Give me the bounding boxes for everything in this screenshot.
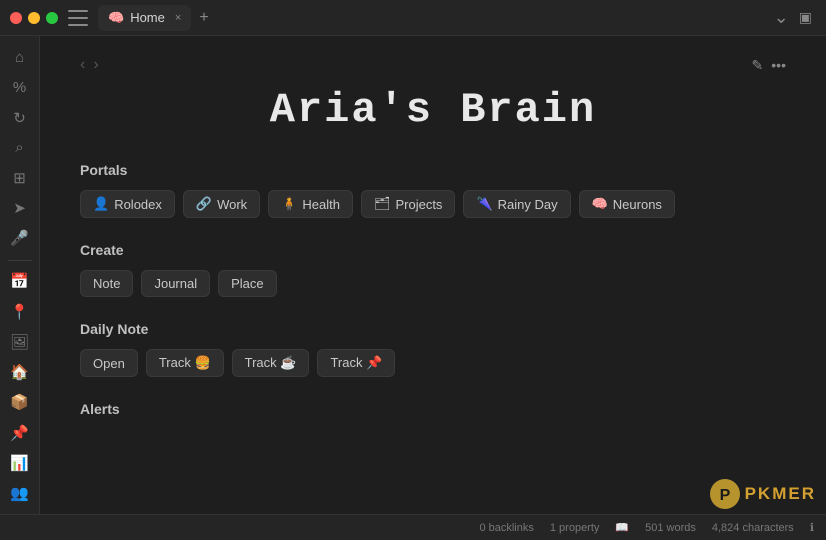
char-count: 4,824 characters (712, 522, 794, 534)
create-heading: Create (80, 242, 786, 258)
alerts-heading: Alerts (80, 401, 786, 417)
sidebar-icon-grid[interactable]: ⊞ (4, 165, 36, 191)
pkmer-text: PKMER (745, 484, 816, 504)
sidebar-icon-percent[interactable]: % (4, 74, 36, 100)
sidebar-icon-chart[interactable]: 📊 (4, 450, 36, 476)
daily-track-food[interactable]: Track 🍔 (146, 349, 224, 377)
edit-icon[interactable]: ✎ (752, 57, 764, 74)
home-tab[interactable]: 🧠 Home × (98, 5, 191, 31)
sidebar-icon-people[interactable]: 👥 (4, 480, 36, 506)
sidebar-icon-location[interactable]: 📍 (4, 299, 36, 325)
pkmer-logo-container: P PKMER (709, 478, 816, 510)
top-right-actions: ⌄ ▣ (774, 7, 816, 28)
portals-heading: Portals (80, 162, 786, 178)
sidebar-toggle[interactable] (68, 10, 88, 26)
daily-note-heading: Daily Note (80, 321, 786, 337)
portal-rainy-day[interactable]: 🌂 Rainy Day (463, 190, 570, 218)
create-note[interactable]: Note (80, 270, 133, 297)
tab-bar: 🧠 Home × + (98, 5, 774, 31)
sidebar-icon-box[interactable]: 📦 (4, 389, 36, 415)
nav-row: ‹ › ✎ ••• (80, 56, 786, 74)
sidebar-icon-mic[interactable]: 🎤 (4, 225, 36, 251)
property-count: 1 property (550, 522, 600, 534)
svg-text:P: P (719, 487, 730, 504)
create-place[interactable]: Place (218, 270, 277, 297)
portal-projects[interactable]: 🗂 Projects (361, 190, 455, 218)
tab-close-icon[interactable]: × (175, 12, 181, 24)
sidebar: ⌂ % ↻ ⌕ ⊞ ➤ 🎤 📅 📍 🖼 🏠 📦 📌 📊 👥 (0, 36, 40, 514)
back-button[interactable]: ‹ (80, 56, 85, 74)
forward-button[interactable]: › (93, 56, 98, 74)
create-section: Create Note Journal Place (80, 242, 786, 297)
sidebar-icon-calendar[interactable]: 📅 (4, 268, 36, 294)
collapse-icon[interactable]: ⌄ (774, 7, 789, 28)
tab-title: Home (130, 10, 165, 25)
create-pills: Note Journal Place (80, 270, 786, 297)
more-icon[interactable]: ••• (771, 57, 786, 73)
book-icon: 📖 (615, 521, 629, 534)
sidebar-icon-pin[interactable]: 📌 (4, 419, 36, 445)
daily-note-section: Daily Note Open Track 🍔 Track ☕ Track 📌 (80, 321, 786, 377)
portals-section: Portals 👤 Rolodex 🔗 Work 🧍 Health 🗂 Proj… (80, 162, 786, 218)
portal-rolodex[interactable]: 👤 Rolodex (80, 190, 175, 218)
sidebar-icon-send[interactable]: ➤ (4, 195, 36, 221)
sidebar-icon-image[interactable]: 🖼 (4, 329, 36, 355)
backlinks-count: 0 backlinks (479, 522, 533, 534)
daily-open[interactable]: Open (80, 349, 138, 377)
content-area: ‹ › ✎ ••• Aria's Brain Portals 👤 Rolodex… (40, 36, 826, 514)
daily-note-pills: Open Track 🍔 Track ☕ Track 📌 (80, 349, 786, 377)
tab-icon: 🧠 (108, 10, 124, 26)
close-button[interactable] (10, 12, 22, 24)
portal-work[interactable]: 🔗 Work (183, 190, 260, 218)
title-bar: 🧠 Home × + ⌄ ▣ (0, 0, 826, 36)
new-tab-button[interactable]: + (199, 9, 208, 27)
minimize-button[interactable] (28, 12, 40, 24)
sidebar-divider (8, 260, 32, 261)
daily-track-pin[interactable]: Track 📌 (317, 349, 395, 377)
pkmer-logo-icon: P (709, 478, 741, 510)
portal-neurons[interactable]: 🧠 Neurons (579, 190, 675, 218)
word-count: 501 words (645, 522, 696, 534)
window-controls (10, 12, 58, 24)
sidebar-icon-refresh[interactable]: ↻ (4, 104, 36, 130)
maximize-button[interactable] (46, 12, 58, 24)
info-icon: ℹ (810, 521, 814, 534)
daily-track-coffee[interactable]: Track ☕ (232, 349, 310, 377)
sidebar-icon-search[interactable]: ⌕ (4, 135, 36, 161)
page-title: Aria's Brain (80, 86, 786, 134)
bottom-bar: 0 backlinks 1 property 📖 501 words 4,824… (0, 514, 826, 540)
sidebar-right-icon[interactable]: ▣ (799, 9, 812, 26)
alerts-section: Alerts (80, 401, 786, 417)
main-layout: ⌂ % ↻ ⌕ ⊞ ➤ 🎤 📅 📍 🖼 🏠 📦 📌 📊 👥 ‹ › ✎ ••• … (0, 36, 826, 514)
sidebar-icon-home[interactable]: ⌂ (4, 44, 36, 70)
portal-health[interactable]: 🧍 Health (268, 190, 353, 218)
portals-pills: 👤 Rolodex 🔗 Work 🧍 Health 🗂 Projects 🌂 R… (80, 190, 786, 218)
create-journal[interactable]: Journal (141, 270, 210, 297)
sidebar-icon-home2[interactable]: 🏠 (4, 359, 36, 385)
